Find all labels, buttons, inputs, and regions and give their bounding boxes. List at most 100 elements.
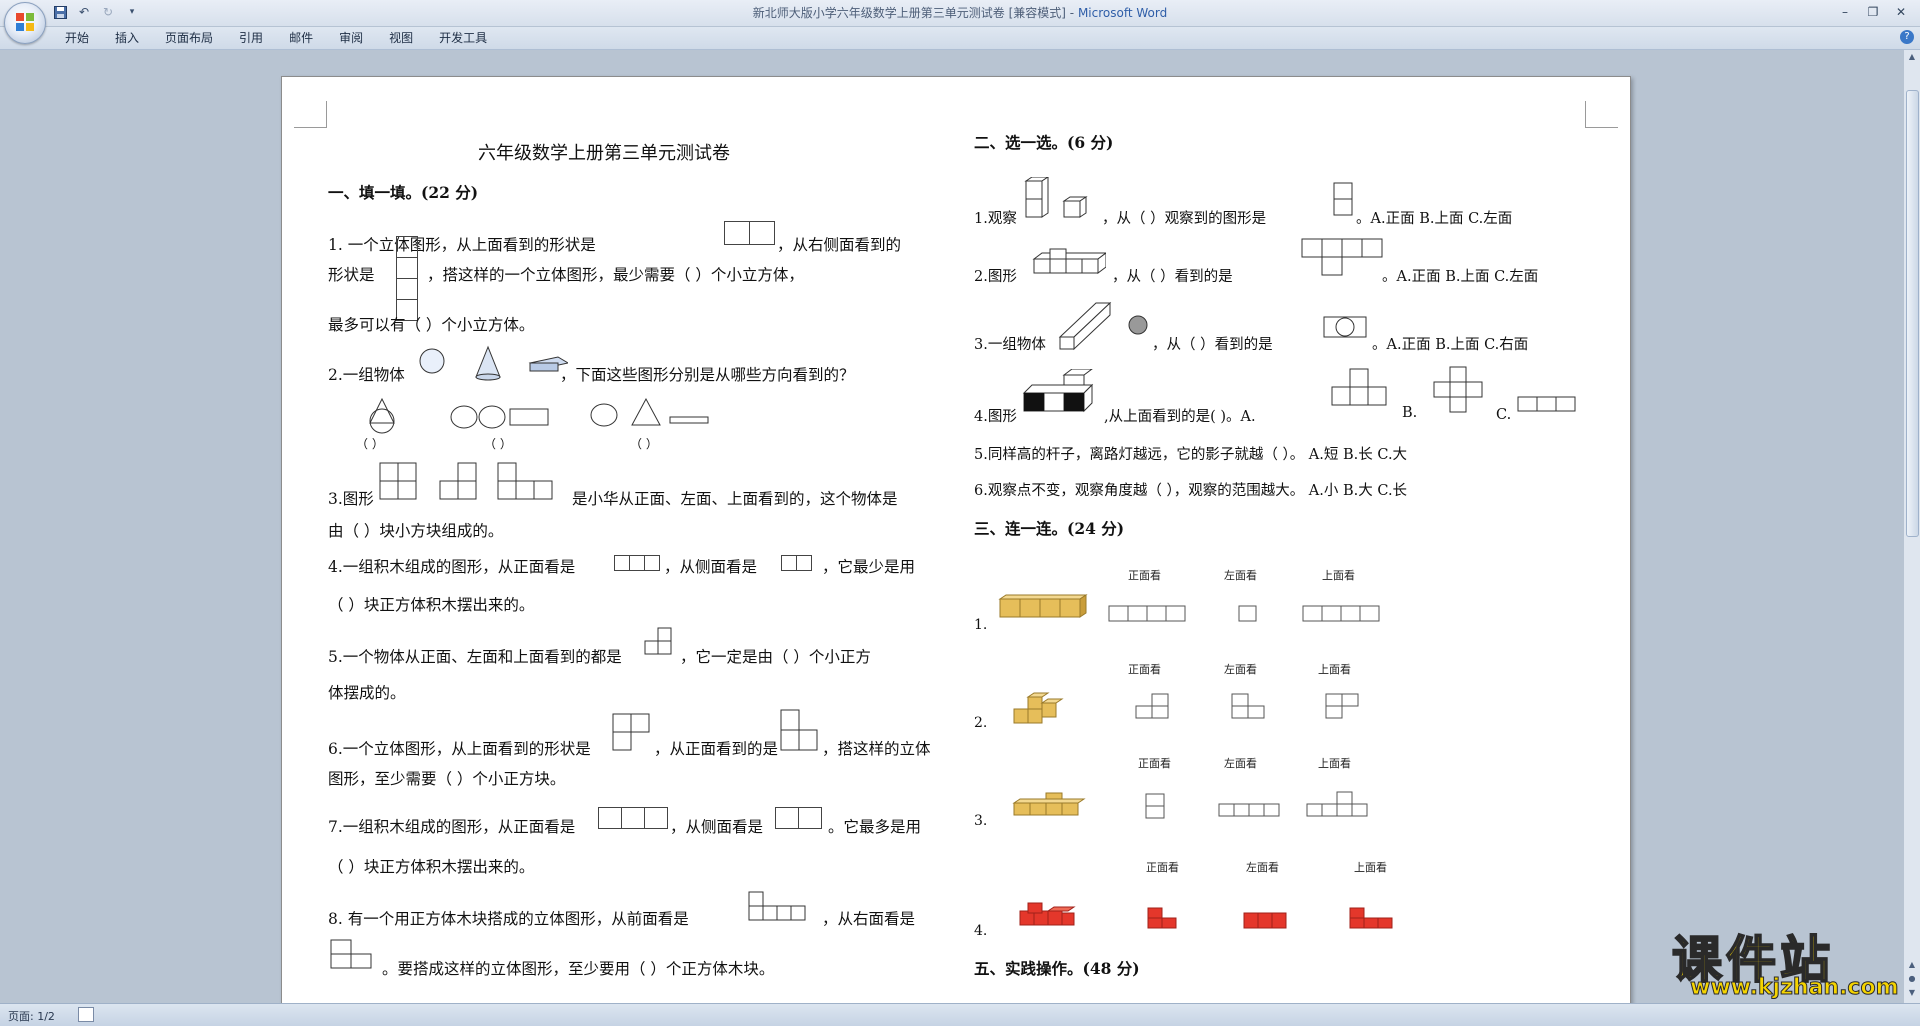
q1-text: 形状是: [328, 266, 375, 284]
choice-4-text: C.: [1496, 407, 1512, 423]
q2-objects-figure: [419, 345, 568, 381]
match-3-view-top: [1306, 791, 1368, 817]
document-name: 新北师大版小学六年级数学上册第三单元测试卷 [兼容模式]: [752, 6, 1066, 20]
vertical-scrollbar[interactable]: ▲ ▲ ● ▼: [1903, 50, 1920, 1003]
view-label-front: 正面看: [1146, 861, 1179, 874]
q2-answer-blank[interactable]: （ ）: [484, 435, 512, 452]
prev-page-icon[interactable]: ▲: [1906, 960, 1918, 972]
match-2-view-front: [1135, 693, 1169, 719]
q1-text: 最多可以有（ ）个小立方体。: [328, 316, 535, 334]
view-label-top: 上面看: [1322, 569, 1355, 582]
watermark-logo: 课件站 www.kjzhan.com: [1671, 920, 1904, 1002]
match-2-number: 2.: [974, 715, 988, 731]
q8-text: ，从右面看是: [822, 910, 916, 928]
q7-text: （ ）块正方体积木摆出来的。: [328, 858, 535, 876]
q6-text: ，从正面看到的是: [654, 740, 779, 758]
page-count[interactable]: 页面: 1/2: [8, 1008, 55, 1024]
ribbon-tab[interactable]: 开发工具: [426, 30, 500, 46]
document-page[interactable]: 六年级数学上册第三单元测试卷 一、填一填。(22 分) 1. 一个立体图形，从上…: [281, 76, 1631, 1008]
match-4-view-top: [1349, 907, 1393, 929]
section-3-heading: 三、连一连。(24 分): [974, 519, 1125, 538]
q3-text: 由（ ）块小方块组成的。: [328, 522, 504, 540]
scroll-up-icon[interactable]: ▲: [1906, 52, 1918, 64]
q4-text: ，它最少是用: [822, 558, 916, 576]
view-label-top: 上面看: [1318, 757, 1351, 770]
select-browse-icon[interactable]: ●: [1906, 974, 1918, 986]
office-button[interactable]: [4, 2, 46, 44]
choice-4-text: B.: [1402, 405, 1418, 421]
choice-3-view-figure: [1323, 316, 1367, 338]
match-4-view-left: [1243, 912, 1287, 929]
help-icon[interactable]: ?: [1900, 30, 1914, 44]
match-3-blocks-figure: [1012, 792, 1086, 816]
choice-4-option-a-figure: [1331, 368, 1387, 406]
choice-1-text: ，从（ ）观察到的图形是: [1102, 211, 1267, 227]
ribbon-tab[interactable]: 插入: [102, 30, 152, 46]
choice-5-text: 5.同样高的杆子，离路灯越远，它的影子就越（ ）。 A.短 B.长 C.大: [974, 447, 1408, 463]
match-4-blocks-figure: [1019, 902, 1076, 926]
q5-text: ，它一定是由（ ）个小正方: [680, 648, 871, 666]
title-separator: -: [1065, 6, 1078, 20]
proofing-icon[interactable]: [78, 1007, 94, 1022]
title-bar: ↶ ↻ ▾ 新北师大版小学六年级数学上册第三单元测试卷 [兼容模式] - Mic…: [0, 0, 1920, 27]
match-1-view-left: [1238, 605, 1257, 622]
q1-text: ，从右侧面看到的: [777, 236, 902, 254]
choice-4-text: ,从上面看到的是( )。A.: [1104, 409, 1256, 425]
ribbon-tab[interactable]: 引用: [226, 30, 276, 46]
status-bar: 页面: 1/2: [0, 1003, 1920, 1026]
match-4-number: 4.: [974, 923, 988, 939]
match-3-number: 3.: [974, 813, 988, 829]
choice-2-text: 2.图形: [974, 269, 1017, 285]
choice-1-view-figure: [1333, 182, 1353, 216]
window-title: 新北师大版小学六年级数学上册第三单元测试卷 [兼容模式] - Microsoft…: [0, 4, 1920, 21]
choice-4-text: 4.图形: [974, 409, 1017, 425]
q5-text: 5.一个物体从正面、左面和上面看到的都是: [328, 648, 622, 666]
q8-right-view: [330, 939, 372, 969]
choice-4-option-c-figure: [1517, 396, 1576, 412]
view-label-front: 正面看: [1138, 757, 1171, 770]
choice-2-text: ，从（ ）看到的是: [1112, 269, 1233, 285]
q4-front-view: [614, 555, 660, 571]
q2-text: ，下面这些图形分别是从哪些方向看到的？: [560, 366, 855, 384]
minimize-icon[interactable]: –: [1832, 2, 1858, 22]
close-icon[interactable]: ✕: [1888, 2, 1914, 22]
choice-2-options: 。A.正面 B.上面 C.左面: [1382, 269, 1539, 285]
choice-2-figure: [1032, 248, 1106, 274]
q7-text: 。它最多是用: [828, 818, 922, 836]
view-label-left: 左面看: [1224, 569, 1257, 582]
choice-3-options: 。A.正面 B.上面 C.右面: [1372, 337, 1529, 353]
ribbon-tab[interactable]: 开始: [52, 30, 102, 46]
choice-2-view-figure: [1301, 238, 1383, 276]
q7-front-view: [598, 807, 668, 829]
match-3-view-front: [1145, 793, 1165, 819]
q5-text: 体摆成的。: [328, 684, 406, 702]
choice-3-text: 3.一组物体: [974, 337, 1046, 353]
q8-text: 。要搭成这样的立体图形，至少要用（ ）个正方体木块。: [382, 960, 775, 978]
section-1-heading: 一、填一填。(22 分): [328, 183, 479, 202]
q4-text: ，从侧面看是: [664, 558, 758, 576]
match-1-number: 1.: [974, 617, 988, 633]
document-title: 六年级数学上册第三单元测试卷: [478, 143, 730, 164]
section-2-heading: 二、选一选。(6 分): [974, 133, 1114, 152]
choice-3-objects-figure: [1058, 301, 1148, 351]
q4-side-view: [781, 555, 812, 571]
next-page-icon[interactable]: ▼: [1906, 988, 1918, 1000]
restore-icon[interactable]: ❐: [1860, 2, 1886, 22]
ribbon-tab[interactable]: 邮件: [276, 30, 326, 46]
choice-1-text: 1.观察: [974, 211, 1017, 227]
scroll-thumb[interactable]: [1906, 90, 1919, 537]
q2-answer-blank[interactable]: （ ）: [356, 435, 384, 452]
ribbon-tab[interactable]: 审阅: [326, 30, 376, 46]
q2-answer-blank[interactable]: （ ）: [630, 435, 658, 452]
view-label-front: 正面看: [1128, 569, 1161, 582]
match-1-view-front: [1108, 605, 1186, 622]
q1-text: ，搭这样的一个立体图形，最少需要（ ）个小立方体，: [427, 266, 804, 284]
view-label-left: 左面看: [1224, 663, 1257, 676]
match-2-view-top: [1325, 693, 1359, 719]
margin-corner: [1585, 101, 1618, 128]
view-label-front: 正面看: [1128, 663, 1161, 676]
match-4-view-front: [1147, 907, 1177, 929]
ribbon-tab[interactable]: 页面布局: [152, 30, 226, 46]
ribbon-tabs: 开始 插入 页面布局 引用 邮件 审阅 视图 开发工具: [52, 30, 500, 46]
ribbon-tab[interactable]: 视图: [376, 30, 426, 46]
